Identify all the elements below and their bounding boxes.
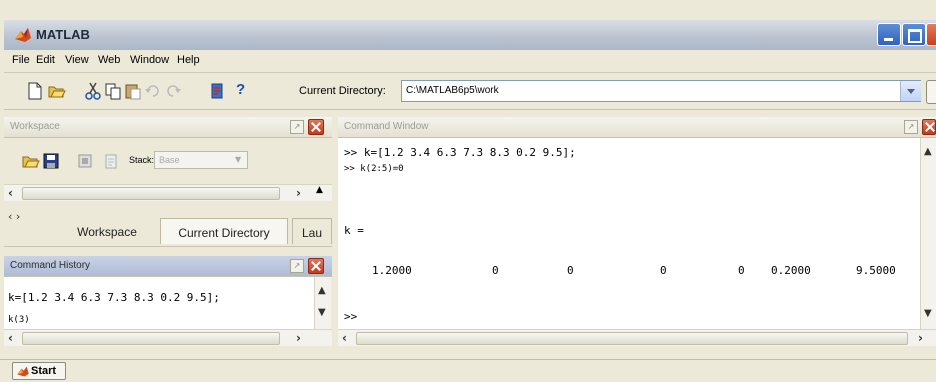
history-entry[interactable]: k(3) [8, 315, 30, 325]
result-value: 0 [567, 264, 574, 277]
import-data-icon[interactable] [76, 152, 94, 170]
tab-workspace[interactable]: Workspace [56, 218, 158, 244]
scroll-left-icon[interactable]: ‹ [342, 331, 347, 345]
minimize-button[interactable] [877, 23, 901, 46]
command-history-title: Command History [10, 260, 91, 271]
command-prompt[interactable]: >> [344, 310, 357, 323]
chevron-down-icon[interactable] [900, 81, 921, 101]
scroll-thumb[interactable] [22, 187, 280, 200]
command-line: >> k=[1.2 3.4 6.3 7.3 8.3 0.2 9.5]; [344, 146, 576, 159]
scroll-up-icon[interactable]: ▲ [316, 185, 323, 195]
stack-value: Base [159, 155, 180, 165]
menu-web[interactable]: Web [98, 54, 120, 66]
new-file-icon[interactable] [26, 82, 44, 100]
result-label: k = [344, 224, 364, 237]
result-value: 0.2000 [771, 264, 811, 277]
maximize-button[interactable] [902, 23, 926, 46]
command-history-list: k=[1.2 3.4 6.3 7.3 8.3 0.2 9.5]; k(3) [4, 277, 314, 329]
browse-directory-button[interactable] [926, 80, 936, 104]
history-vscroll[interactable]: ▲ ▼ [314, 277, 331, 329]
undock-icon[interactable]: ↗ [904, 120, 918, 134]
toolbar: ? Current Directory: C:\MATLAB6p5\work [4, 73, 936, 110]
command-window-hscroll[interactable]: ‹ › [338, 329, 936, 346]
scroll-thumb[interactable] [22, 332, 280, 345]
close-command-history-icon[interactable] [308, 258, 324, 274]
tab-current-directory[interactable]: Current Directory [160, 218, 288, 244]
scroll-left-icon[interactable]: ‹ [8, 331, 13, 345]
command-window-title-bar: Command Window ↗ [338, 117, 936, 138]
save-icon[interactable] [42, 152, 60, 170]
matlab-window: MATLAB File Edit View Web Window Help ? … [0, 0, 936, 382]
help-icon[interactable]: ? [236, 81, 245, 98]
matlab-logo-icon [15, 28, 31, 42]
current-directory-label: Current Directory: [299, 85, 386, 97]
copy-icon[interactable] [104, 82, 122, 100]
stack-select[interactable]: Base ▼ [154, 151, 248, 169]
menu-bar: File Edit View Web Window Help [4, 50, 936, 73]
workspace-hscroll[interactable]: ‹ › ▲ [4, 184, 332, 201]
scroll-down-icon[interactable]: ▼ [318, 307, 326, 318]
menu-window[interactable]: Window [130, 54, 169, 66]
workspace-toolbar: Stack: Base ▼ [4, 138, 332, 184]
command-history-title-bar: Command History ↗ [4, 256, 332, 277]
command-window-vscroll[interactable]: ▲ ▼ [920, 138, 936, 329]
title-bar[interactable]: MATLAB [4, 20, 936, 51]
stack-label: Stack: [129, 155, 155, 165]
paste-icon[interactable] [124, 82, 142, 100]
start-button[interactable]: Start [12, 362, 66, 380]
scroll-up-icon[interactable]: ▲ [318, 285, 326, 296]
history-entry[interactable]: k=[1.2 3.4 6.3 7.3 8.3 0.2 9.5]; [8, 291, 220, 304]
close-workspace-icon[interactable] [308, 119, 324, 135]
result-value: 0 [492, 264, 499, 277]
start-label: Start [31, 365, 57, 377]
window-title: MATLAB [36, 27, 90, 42]
close-window-button[interactable] [926, 23, 936, 46]
undo-icon[interactable] [144, 82, 162, 100]
result-value: 0 [738, 264, 745, 277]
scroll-left-icon[interactable]: ‹ [8, 186, 13, 200]
menu-edit[interactable]: Edit [36, 54, 55, 66]
simulink-icon[interactable] [209, 82, 227, 100]
scroll-right-icon[interactable]: › [296, 186, 301, 200]
chevron-down-icon[interactable]: ▼ [235, 155, 241, 164]
cut-icon[interactable] [84, 82, 102, 100]
scroll-down-icon[interactable]: ▼ [924, 308, 932, 319]
tab-launch-pad[interactable]: Lau [292, 218, 332, 244]
tab-scroll-icon[interactable]: ‹ › [8, 210, 34, 224]
workspace-title-bar: Workspace ↗ [4, 117, 332, 138]
scroll-right-icon[interactable]: › [296, 331, 301, 345]
workspace-title: Workspace [10, 121, 60, 132]
open-folder-icon[interactable] [22, 152, 40, 170]
command-line: >> k(2:5)=0 [344, 164, 404, 174]
scroll-right-icon[interactable]: › [918, 331, 923, 345]
undock-icon[interactable]: ↗ [290, 120, 304, 134]
undock-icon[interactable]: ↗ [290, 259, 304, 273]
command-window-content[interactable]: >> k=[1.2 3.4 6.3 7.3 8.3 0.2 9.5]; >> k… [338, 138, 920, 329]
command-window-title: Command Window [344, 121, 429, 132]
menu-view[interactable]: View [65, 54, 89, 66]
current-directory-input[interactable]: C:\MATLAB6p5\work [401, 80, 921, 102]
matlab-logo-icon [17, 366, 29, 377]
menu-file[interactable]: File [12, 54, 30, 66]
scroll-thumb[interactable] [356, 332, 908, 345]
result-value: 1.2000 [372, 264, 412, 277]
result-value: 0 [660, 264, 667, 277]
menu-help[interactable]: Help [177, 54, 200, 66]
close-command-window-icon[interactable] [922, 119, 936, 135]
taskbar: Start [0, 359, 936, 382]
scroll-up-icon[interactable]: ▲ [924, 146, 932, 157]
result-value: 9.5000 [856, 264, 896, 277]
redo-icon[interactable] [164, 82, 182, 100]
history-hscroll[interactable]: ‹ › [4, 329, 332, 346]
delete-variable-icon[interactable] [102, 152, 120, 170]
open-folder-icon[interactable] [48, 82, 66, 100]
